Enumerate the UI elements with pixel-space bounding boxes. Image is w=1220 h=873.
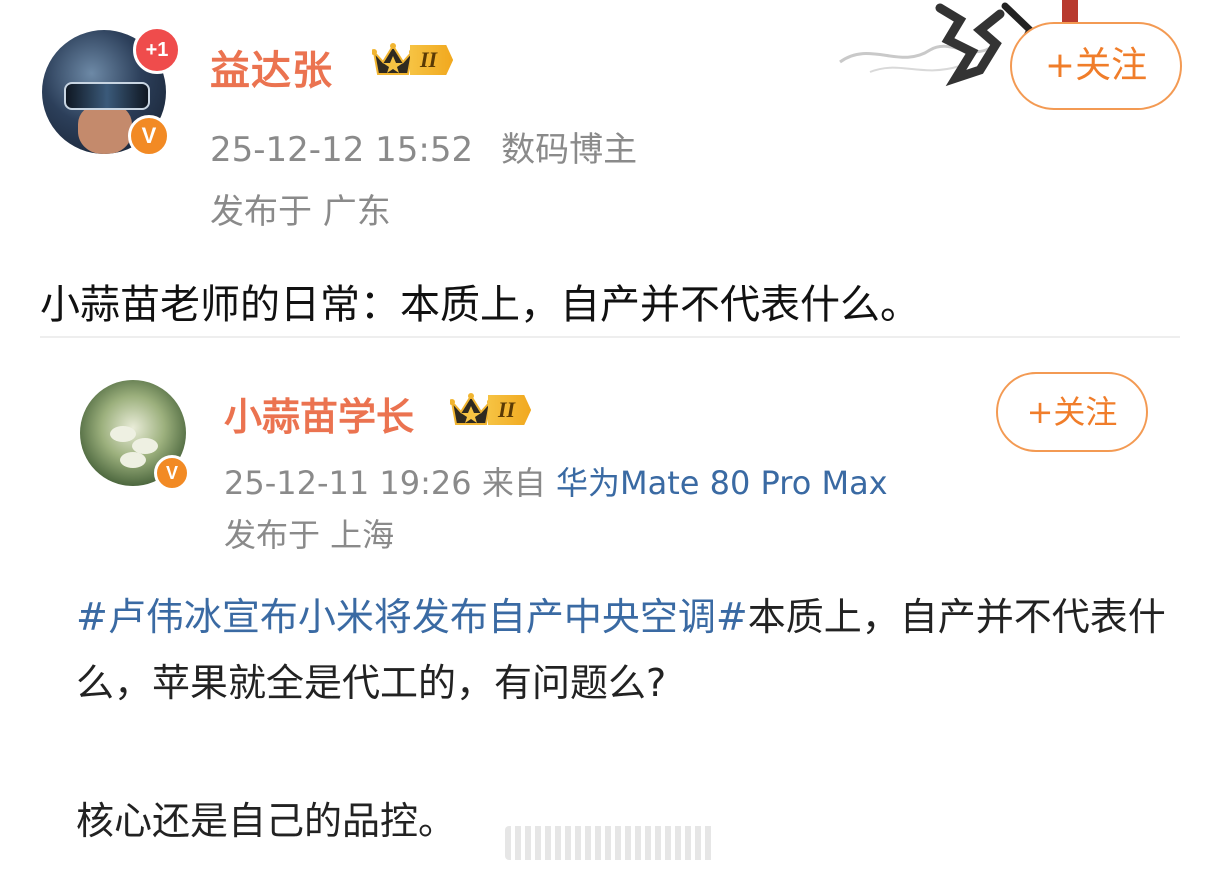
verified-v-icon: V bbox=[154, 455, 190, 491]
weibo-post-screen: +1 V 益达张 II +关注 25-12-12 15:52 数码博主 发布于 广… bbox=[0, 0, 1220, 873]
quoted-post-meta: 25-12-11 19:26 来自 华为Mate 80 Pro Max bbox=[224, 458, 888, 504]
member-level: II bbox=[488, 395, 532, 425]
avatar-visor bbox=[64, 82, 150, 110]
notification-badge: +1 bbox=[133, 26, 181, 74]
quoted-timestamp: 25-12-11 19:26 bbox=[224, 464, 472, 502]
avatar-face bbox=[78, 104, 132, 154]
quoted-username[interactable]: 小蒜苗学长 bbox=[224, 386, 414, 441]
member-level-badge: II bbox=[372, 42, 454, 78]
follow-button[interactable]: +关注 bbox=[996, 372, 1148, 452]
main-post-text: 小蒜苗老师的日常：本质上，自产并不代表什么。 bbox=[40, 282, 920, 328]
hashtag-link[interactable]: #卢伟冰宣布小米将发布自产中央空调# bbox=[76, 595, 748, 639]
crown-icon bbox=[450, 393, 492, 425]
quoted-closing-text: 核心还是自己的品控。 bbox=[76, 799, 457, 843]
member-level-badge: II bbox=[450, 392, 532, 428]
avatar-bud bbox=[120, 452, 146, 468]
source-prefix: 来自 bbox=[481, 464, 546, 502]
follow-button[interactable]: +关注 bbox=[1010, 22, 1182, 110]
watermark bbox=[505, 826, 715, 860]
crown-icon bbox=[372, 43, 414, 75]
verified-v-icon: V bbox=[128, 115, 170, 157]
quoted-post-text: #卢伟冰宣布小米将发布自产中央空调#本质上，自产并不代表什么，苹果就全是代工的，… bbox=[76, 584, 1166, 716]
post-location: 发布于 广东 bbox=[210, 192, 391, 232]
divider bbox=[40, 336, 1180, 338]
main-username[interactable]: 益达张 bbox=[210, 38, 333, 96]
device-link[interactable]: 华为Mate 80 Pro Max bbox=[556, 464, 888, 502]
post-timestamp: 25-12-12 15:52 bbox=[210, 130, 474, 170]
avatar-bud bbox=[110, 426, 136, 442]
member-level: II bbox=[410, 45, 454, 75]
quoted-location: 发布于 上海 bbox=[224, 516, 395, 554]
user-role: 数码博主 bbox=[501, 130, 638, 170]
main-post-meta: 25-12-12 15:52 数码博主 bbox=[210, 122, 637, 171]
